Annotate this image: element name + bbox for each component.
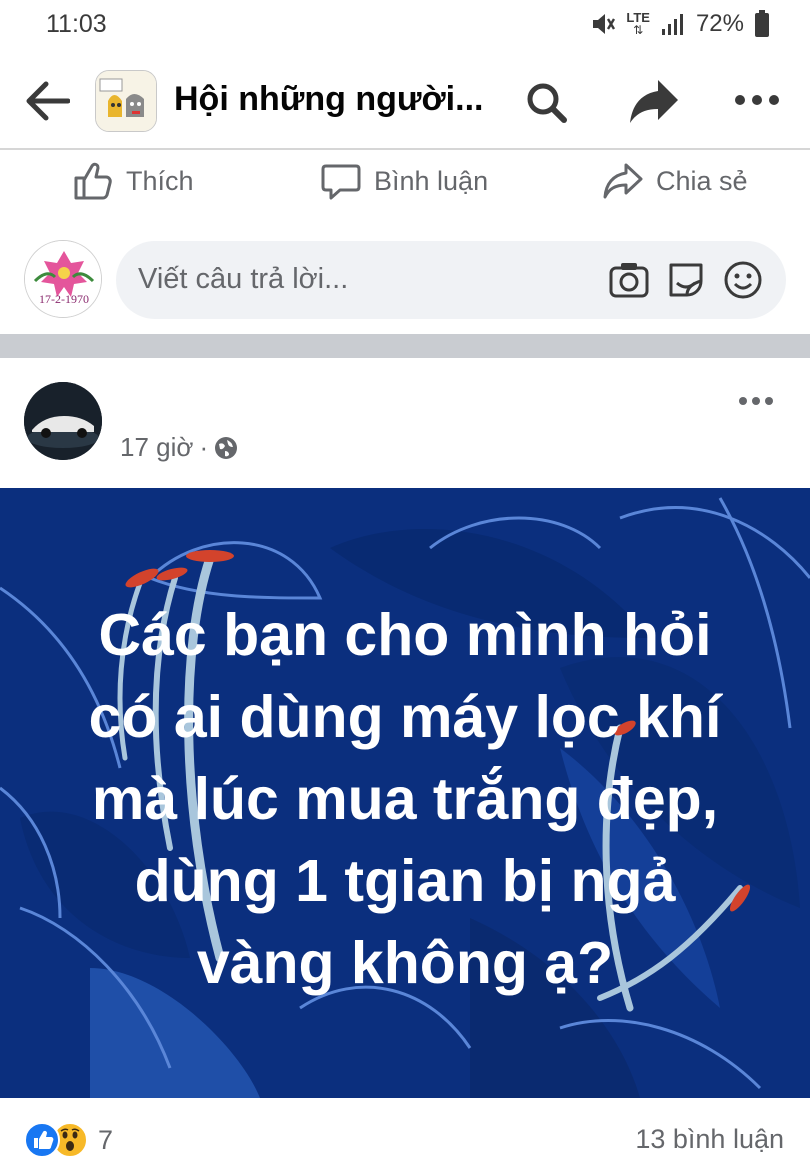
globe-icon <box>215 436 238 459</box>
sticker-icon[interactable] <box>665 259 707 301</box>
share-icon[interactable] <box>628 78 680 124</box>
share-label: Chia sẻ <box>656 165 748 196</box>
comment-button[interactable]: Bình luận <box>320 160 488 202</box>
post-actions: Thích Bình luận Chia sẻ <box>0 152 810 214</box>
section-divider <box>0 334 810 358</box>
meta-separator: · <box>199 432 209 462</box>
comment-count[interactable]: 13 bình luận <box>635 1124 784 1155</box>
page-title[interactable]: Hội những người... <box>174 80 483 119</box>
post-text: Các bạn cho mình hỏi có ai dùng máy lọc … <box>40 594 770 1004</box>
reply-placeholder: Viết câu trả lời... <box>138 263 349 295</box>
post-text-line: có ai dùng máy lọc khí <box>88 684 722 750</box>
battery-icon <box>755 10 769 37</box>
svg-text:17-2-1970: 17-2-1970 <box>39 292 89 306</box>
thumbs-up-icon <box>74 162 112 200</box>
reaction-count: 7 <box>98 1124 114 1155</box>
mute-icon <box>593 14 616 34</box>
post-text-line: vàng không ạ? <box>196 930 614 996</box>
post-header: 17 giờ · <box>0 358 810 488</box>
status-bar: 11:03 LTE ⇅ 72% <box>0 0 810 52</box>
lte-icon: LTE ⇅ <box>626 10 650 37</box>
share-outline-icon <box>603 163 643 199</box>
reply-composer: 17-2-1970 Viết câu trả lời... <box>0 226 810 332</box>
battery-percent: 72% <box>695 10 744 37</box>
camera-icon[interactable] <box>608 259 650 301</box>
group-thumbnail[interactable] <box>95 70 157 132</box>
post-time[interactable]: 17 giờ <box>120 432 193 463</box>
more-icon[interactable] <box>734 88 780 112</box>
post-text-line: Các bạn cho mình hỏi <box>98 602 712 668</box>
emoji-icon[interactable] <box>722 259 764 301</box>
like-reaction-icon <box>24 1122 60 1158</box>
avatar[interactable]: 17-2-1970 <box>24 240 102 318</box>
reaction-summary[interactable]: 7 <box>24 1122 113 1158</box>
post-meta: 17 giờ · <box>120 432 238 463</box>
comment-icon <box>321 164 361 200</box>
signal-icon <box>661 14 683 35</box>
post-more-icon[interactable] <box>738 392 774 410</box>
post-text-line: dùng 1 tgian bị ngả <box>134 848 676 914</box>
reply-input[interactable]: Viết câu trả lời... <box>116 241 786 319</box>
comment-label: Bình luận <box>374 165 489 196</box>
status-icons: LTE ⇅ 72% <box>590 10 770 38</box>
search-icon[interactable] <box>524 80 568 124</box>
post-footer: 7 13 bình luận <box>0 1098 810 1165</box>
like-label: Thích <box>126 165 194 196</box>
share-button[interactable]: Chia sẻ <box>602 160 748 202</box>
author-avatar[interactable] <box>24 382 102 460</box>
status-time: 11:03 <box>46 10 107 38</box>
post-text-line: mà lúc mua trắng đẹp, <box>91 766 719 832</box>
app-bar: Hội những người... <box>0 52 810 150</box>
post-background-card[interactable]: Các bạn cho mình hỏi có ai dùng máy lọc … <box>0 488 810 1098</box>
back-arrow-icon[interactable] <box>24 80 70 122</box>
like-button[interactable]: Thích <box>72 160 194 202</box>
